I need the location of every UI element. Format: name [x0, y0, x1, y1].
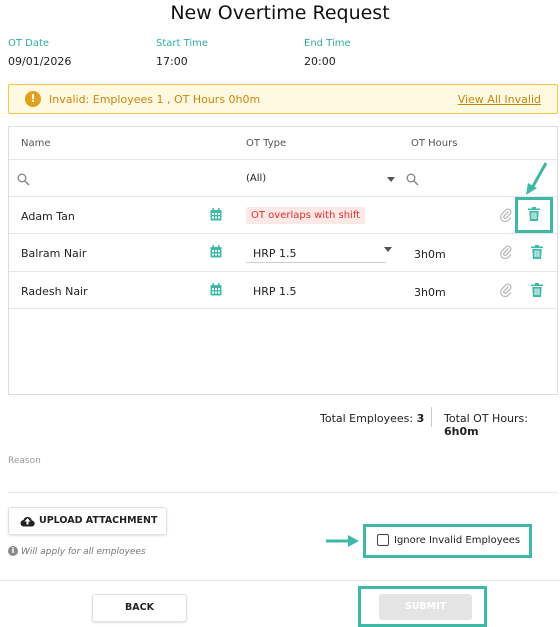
total-ot-hours-label: Total OT Hours: — [444, 412, 528, 425]
submit-button[interactable]: SUBMIT — [379, 594, 472, 620]
row-1-trash-icon[interactable] — [528, 207, 540, 221]
ot-hours-filter-search-icon[interactable] — [406, 173, 419, 186]
total-employees: Total Employees: 3 — [320, 412, 424, 425]
row-3-calendar-icon[interactable] — [210, 283, 222, 296]
end-time-label: End Time — [304, 38, 351, 49]
row-3-ot-type-value[interactable]: HRP 1.5 — [253, 285, 297, 298]
annotation-arrow-icon — [326, 535, 359, 547]
info-icon: i — [8, 546, 18, 556]
ignore-invalid-label[interactable]: Ignore Invalid Employees — [394, 535, 520, 546]
ot-date-value: 09/01/2026 — [8, 55, 72, 68]
end-time-value: 20:00 — [304, 55, 336, 68]
row-3-ot-hours: 3h0m — [414, 286, 446, 299]
ot-date-label: OT Date — [8, 38, 50, 49]
ot-type-filter-dropdown-icon[interactable] — [387, 177, 395, 182]
row-2-calendar-icon[interactable] — [210, 245, 222, 258]
reason-label: Reason — [8, 456, 41, 466]
warning-icon: ! — [25, 91, 41, 107]
view-all-invalid-link[interactable]: View All Invalid — [458, 93, 541, 106]
row-1-name: Adam Tan — [21, 210, 75, 223]
reason-input[interactable] — [8, 492, 558, 493]
row-3-trash-icon[interactable] — [531, 283, 543, 297]
upload-note: Will apply for all employees — [21, 547, 146, 557]
ignore-invalid-checkbox[interactable] — [377, 534, 389, 546]
ot-type-filter-select[interactable]: (All) — [246, 173, 266, 184]
row-2-ot-type-select[interactable]: HRP 1.5 — [246, 244, 392, 263]
total-ot-hours-value: 6h0m — [444, 425, 479, 438]
back-button[interactable]: BACK — [92, 594, 187, 622]
invalid-banner: ! Invalid: Employees 1 , OT Hours 0h0m V… — [8, 84, 558, 114]
row-2-paperclip-icon[interactable] — [500, 245, 512, 259]
page-title: New Overtime Request — [170, 2, 390, 24]
column-header-name[interactable]: Name — [21, 138, 51, 149]
footer-divider — [0, 580, 560, 581]
row-2-ot-type-dropdown-icon[interactable] — [384, 247, 392, 252]
row-1-paperclip-icon[interactable] — [500, 208, 512, 222]
employee-grid: Name OT Type OT Hours (All) Adam Tan OT … — [8, 126, 558, 395]
total-employees-value: 3 — [416, 412, 425, 425]
row-2-ot-hours: 3h0m — [414, 248, 446, 261]
row-2-name: Balram Nair — [21, 247, 87, 260]
row-2-trash-icon[interactable] — [531, 245, 543, 259]
column-header-ot-hours[interactable]: OT Hours — [411, 138, 457, 149]
total-employees-label: Total Employees: — [320, 412, 414, 425]
invalid-message: Invalid: Employees 1 , OT Hours 0h0m — [49, 93, 261, 106]
column-header-ot-type[interactable]: OT Type — [246, 138, 286, 149]
total-ot-hours: Total OT Hours: 6h0m — [444, 412, 560, 438]
start-time-value: 17:00 — [156, 55, 188, 68]
row-2-ot-type-value: HRP 1.5 — [253, 247, 297, 260]
row-3-paperclip-icon[interactable] — [500, 283, 512, 297]
upload-attachment-label: UPLOAD ATTACHMENT — [39, 515, 158, 526]
row-1-ot-type-error: OT overlaps with shift — [246, 207, 366, 224]
name-filter-search-icon[interactable] — [17, 173, 30, 186]
upload-attachment-button[interactable]: UPLOAD ATTACHMENT — [8, 507, 167, 535]
row-1-calendar-icon[interactable] — [210, 208, 222, 221]
annotation-arrow-icon — [526, 162, 548, 195]
start-time-label: Start Time — [156, 38, 209, 49]
row-3-name: Radesh Nair — [21, 285, 88, 298]
cloud-upload-icon — [20, 517, 35, 527]
